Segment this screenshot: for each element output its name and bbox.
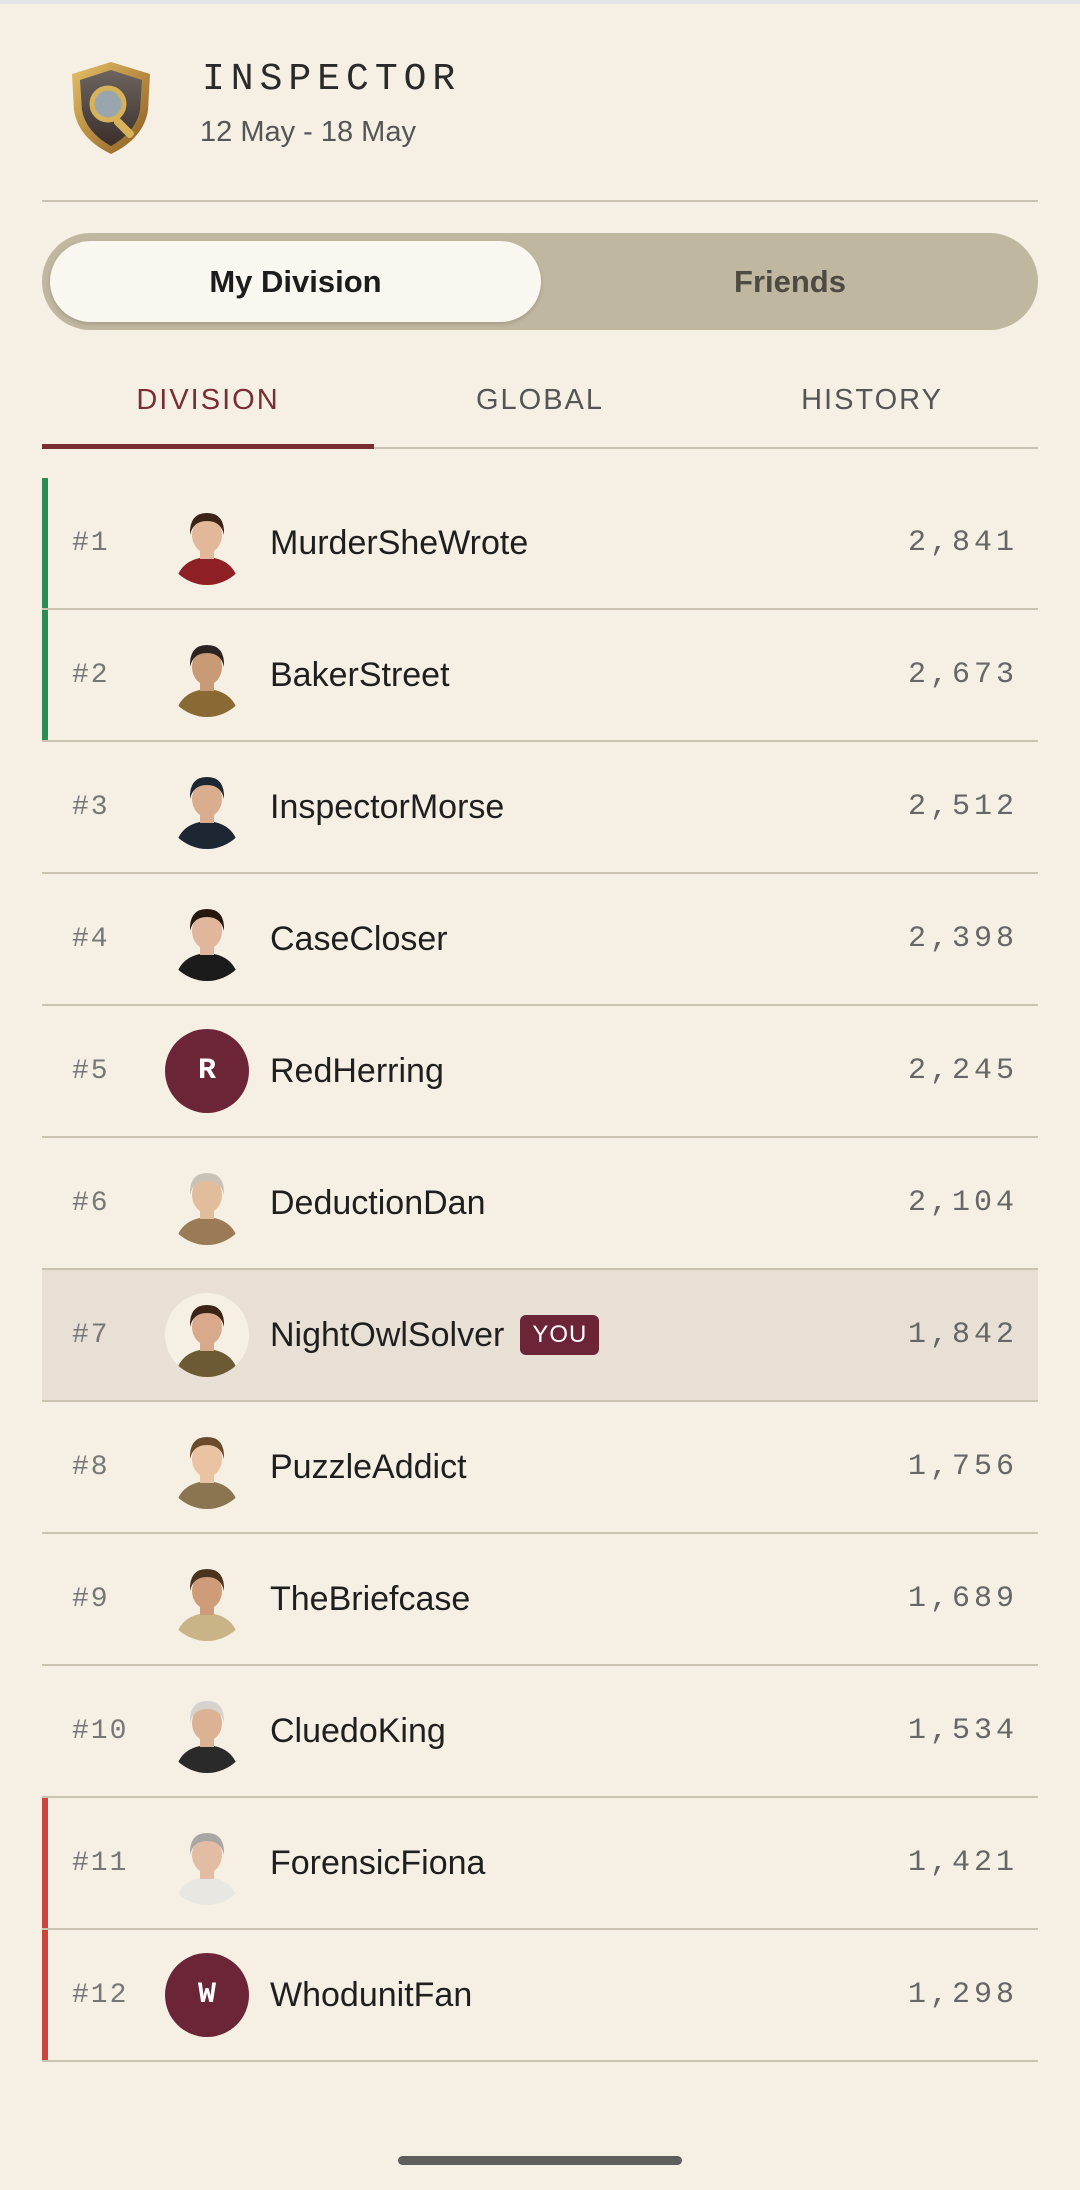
leaderboard-row[interactable]: #10 CluedoKing 1,534 [42,1666,1038,1798]
avatar-initial: R [165,1029,249,1113]
player-name-cell: WhodunitFan [270,1930,472,2060]
status-bar-edge [0,0,1080,4]
player-name: TheBriefcase [270,1579,471,1618]
player-name: DeductionDan [270,1183,486,1222]
avatar-portrait-icon [165,1293,249,1377]
friends-toggle[interactable]: Friends [550,241,1030,322]
division-date-range: 12 May - 18 May [200,116,416,148]
player-name-cell: CluedoKing [270,1666,446,1796]
player-name: WhodunitFan [270,1975,473,2014]
tab-history[interactable]: HISTORY [706,370,1038,430]
scope-toggle: My Division Friends [42,233,1038,330]
leaderboard-row[interactable]: #9 TheBriefcase 1,689 [42,1534,1038,1666]
rank-label: #4 [72,923,110,955]
avatar-portrait-icon [165,897,249,981]
leaderboard-row[interactable]: #4 CaseCloser 2,398 [42,874,1038,1006]
player-score: 2,245 [907,1054,1018,1088]
player-name: NightOwlSolver [270,1315,505,1354]
rank-label: #7 [72,1319,110,1351]
player-name: RedHerring [270,1051,444,1090]
avatar-portrait-icon [165,1821,249,1905]
player-score: 2,841 [907,526,1018,560]
leaderboard-row[interactable]: #12 W WhodunitFan 1,298 [42,1930,1038,2062]
player-name-cell: RedHerring [270,1006,444,1136]
leaderboard-row[interactable]: #2 BakerStreet 2,673 [42,610,1038,742]
player-score: 2,673 [907,658,1018,692]
leaderboard-row[interactable]: #3 InspectorMorse 2,512 [42,742,1038,874]
player-score: 2,398 [907,922,1018,956]
avatar-portrait-icon [165,1161,249,1245]
rank-label: #5 [72,1055,110,1087]
leaderboard-tabs: DIVISION GLOBAL HISTORY [42,370,1038,449]
player-name-cell: NightOwlSolver YOU [270,1270,600,1400]
avatar-portrait-icon [165,1557,249,1641]
player-name-cell: InspectorMorse [270,742,504,872]
player-score: 2,512 [907,790,1018,824]
player-name: MurderSheWrote [270,523,529,562]
rank-label: #11 [72,1847,129,1879]
division-header: INSPECTOR 12 May - 18 May [42,52,1038,200]
rank-label: #8 [72,1451,110,1483]
player-name: BakerStreet [270,655,450,694]
player-score: 1,842 [907,1318,1018,1352]
avatar-portrait-icon [165,1689,249,1773]
leaderboard-list: #1 MurderSheWrote 2,841 #2 BakerStreet 2,673 #… [42,478,1038,2062]
leaderboard-row[interactable]: #5 R RedHerring 2,245 [42,1006,1038,1138]
rank-label: #3 [72,791,110,823]
player-name: InspectorMorse [270,787,505,826]
header-divider [42,200,1038,202]
player-name: CluedoKing [270,1711,446,1750]
avatar-portrait-icon [165,633,249,717]
player-name: CaseCloser [270,919,448,958]
player-score: 1,534 [907,1714,1018,1748]
player-score: 1,756 [907,1450,1018,1484]
avatar-portrait-icon [165,1425,249,1509]
player-score: 1,421 [907,1846,1018,1880]
player-score: 1,298 [907,1978,1018,2012]
rank-label: #6 [72,1187,110,1219]
home-indicator[interactable] [398,2156,682,2165]
rank-label: #10 [72,1715,129,1747]
promotion-zone-indicator [42,478,48,608]
player-name-cell: MurderSheWrote [270,478,528,608]
rank-label: #2 [72,659,110,691]
player-name-cell: DeductionDan [270,1138,485,1268]
relegation-zone-indicator [42,1798,48,1928]
relegation-zone-indicator [42,1930,48,2060]
leaderboard-row[interactable]: #6 DeductionDan 2,104 [42,1138,1038,1270]
player-name: ForensicFiona [270,1843,486,1882]
avatar-portrait-icon [165,765,249,849]
player-score: 1,689 [907,1582,1018,1616]
rank-label: #9 [72,1583,110,1615]
player-name-cell: BakerStreet [270,610,450,740]
avatar-initial: W [165,1953,249,2037]
player-name: PuzzleAddict [270,1447,467,1486]
player-name-cell: ForensicFiona [270,1798,485,1928]
player-name-cell: PuzzleAddict [270,1402,467,1532]
you-badge: YOU [520,1315,600,1355]
rank-label: #12 [72,1979,129,2011]
player-name-cell: TheBriefcase [270,1534,470,1664]
leaderboard-row[interactable]: #11 ForensicFiona 1,421 [42,1798,1038,1930]
rank-label: #1 [72,527,110,559]
tab-global[interactable]: GLOBAL [374,370,706,430]
player-score: 2,104 [907,1186,1018,1220]
promotion-zone-indicator [42,610,48,740]
my-division-toggle[interactable]: My Division [50,241,541,322]
inspector-badge-icon [64,58,158,158]
leaderboard-row-you[interactable]: #7 NightOwlSolver YOU 1,842 [42,1270,1038,1402]
player-name-cell: CaseCloser [270,874,448,1004]
avatar-portrait-icon [165,501,249,585]
leaderboard-row[interactable]: #1 MurderSheWrote 2,841 [42,478,1038,610]
active-tab-indicator [42,444,374,449]
division-title: INSPECTOR [202,58,462,101]
leaderboard-row[interactable]: #8 PuzzleAddict 1,756 [42,1402,1038,1534]
tab-division[interactable]: DIVISION [42,370,374,430]
